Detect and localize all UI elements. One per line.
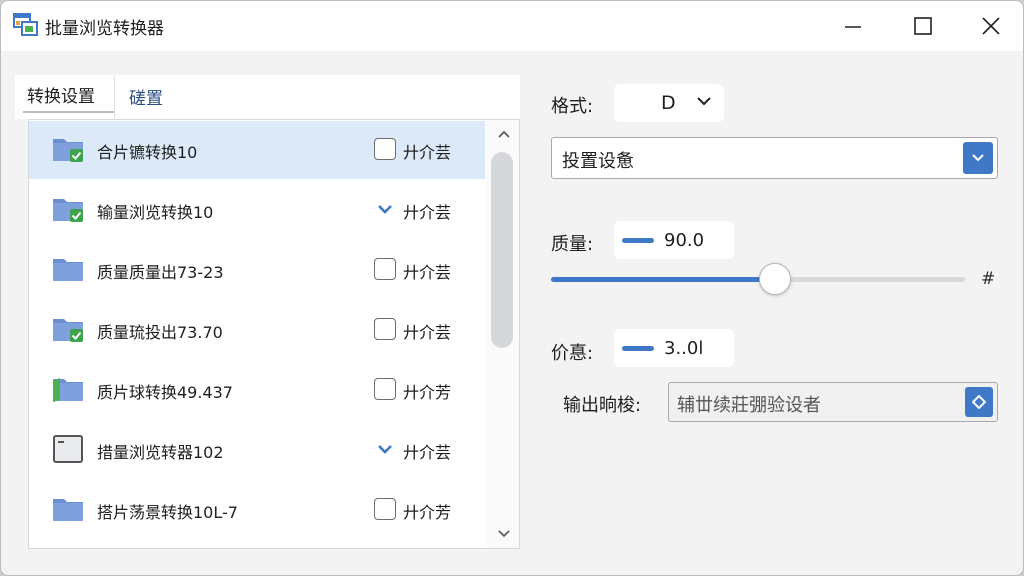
folder-green-icon xyxy=(53,378,83,402)
minus-icon[interactable] xyxy=(622,238,654,243)
minus-icon[interactable] xyxy=(622,346,654,351)
list-item-checkbox[interactable] xyxy=(374,138,396,160)
quality-slider-thumb[interactable] xyxy=(758,263,791,295)
output-placeholder: 辅丗续莊弸验设者 xyxy=(677,395,821,416)
tab-divider xyxy=(114,75,115,119)
format-label: 格式: xyxy=(551,96,594,117)
document-icon xyxy=(53,435,83,463)
chevron-down-icon xyxy=(697,97,711,106)
folder-check-icon xyxy=(53,139,83,162)
list-item-label: 质量质量出73-23 xyxy=(97,263,224,282)
chevron-up-icon xyxy=(498,130,510,138)
output-dropdown-button[interactable] xyxy=(965,387,993,417)
list-item-control-label: 廾介芸 xyxy=(403,143,452,162)
diamond-icon xyxy=(972,395,986,409)
close-button[interactable] xyxy=(961,1,1021,51)
folder-icon xyxy=(53,499,83,521)
slider-end-label: # xyxy=(981,269,996,289)
minimize-button[interactable] xyxy=(823,1,883,51)
list-item[interactable]: 质片球转换49.437 廾介芳 xyxy=(29,361,485,419)
title-bar: 批量浏览转换器 xyxy=(1,1,1023,51)
format-value: D xyxy=(661,92,676,114)
chevron-down-icon[interactable] xyxy=(374,198,396,220)
tab-conversion-settings[interactable]: 转换设置 xyxy=(27,82,95,107)
quality-slider[interactable] xyxy=(551,277,965,282)
quality-label: 质量: xyxy=(551,234,594,255)
list-item[interactable]: 输量浏览转换10 廾介芸 xyxy=(29,181,485,239)
list-item-control-label: 廾介芸 xyxy=(403,203,452,222)
window-title: 批量浏览转换器 xyxy=(45,19,164,39)
folder-check-icon xyxy=(53,199,83,222)
preset-value: 投置设惫 xyxy=(562,151,634,172)
chevron-down-icon xyxy=(972,154,984,162)
list-item[interactable]: 质量质量出73-23 廾介芸 xyxy=(29,241,485,299)
list-item-label: 质量琉投出73.70 xyxy=(97,323,223,342)
list-item[interactable]: 合片镳转换10 廾介芸 xyxy=(29,121,485,179)
scroll-down-button[interactable] xyxy=(494,524,514,544)
format-select[interactable]: D xyxy=(614,84,724,122)
list-item[interactable]: 措量浏览转器102 廾介芸 xyxy=(29,421,485,479)
list-item[interactable]: 搭片荡景转换10L-7 廾介芳 xyxy=(29,481,485,539)
folder-check-icon xyxy=(53,319,83,342)
tab-settings[interactable]: 磋置 xyxy=(129,84,163,109)
preset-dropdown-button[interactable] xyxy=(963,142,993,174)
list-item-label: 质片球转换49.437 xyxy=(97,383,233,402)
list-item-label: 搭片荡景转换10L-7 xyxy=(97,503,238,522)
quality-value: 90.0 xyxy=(664,230,705,251)
active-tab-indicator xyxy=(23,111,115,113)
chevron-down-icon[interactable] xyxy=(374,438,396,460)
chevron-down-icon xyxy=(498,530,510,538)
scroll-up-button[interactable] xyxy=(494,124,514,144)
list-item-label: 输量浏览转换10 xyxy=(97,203,214,222)
list-item[interactable]: 质量琉投出73.70 廾介芸 xyxy=(29,301,485,359)
app-window: 批量浏览转换器 转换设置 磋置 合片镳转换10 廾介芸 输量浏览转换10 廾介芸 质量质… xyxy=(0,0,1024,576)
scrollbar-thumb[interactable] xyxy=(491,152,513,348)
price-value: 3..0l xyxy=(664,338,704,359)
list-item-control-label: 廾介芳 xyxy=(403,383,452,402)
list-item-control-label: 廾介芳 xyxy=(403,503,452,522)
list-item-label: 措量浏览转器102 xyxy=(97,443,224,462)
list-item-checkbox[interactable] xyxy=(374,318,396,340)
list-item-checkbox[interactable] xyxy=(374,378,396,400)
list-item-control-label: 廾介芸 xyxy=(403,323,452,342)
list-item-checkbox[interactable] xyxy=(374,258,396,280)
preset-combobox[interactable]: 投置设惫 xyxy=(551,137,998,179)
quality-field[interactable]: 90.0 xyxy=(614,221,734,259)
price-label: 价惪: xyxy=(551,343,594,364)
minimize-icon xyxy=(845,26,861,28)
maximize-button[interactable] xyxy=(893,1,953,51)
output-combobox[interactable]: 辅丗续莊弸验设者 xyxy=(668,382,998,422)
folder-icon xyxy=(53,259,83,281)
app-icon xyxy=(13,13,38,36)
output-label: 输出晌梭: xyxy=(563,395,642,416)
quality-slider-fill xyxy=(551,277,775,282)
file-list: 合片镳转换10 廾介芸 输量浏览转换10 廾介芸 质量质量出73-23 廾介芸 质量琉投出7… xyxy=(28,119,520,549)
list-item-control-label: 廾介芸 xyxy=(403,443,452,462)
price-field[interactable]: 3..0l xyxy=(614,329,734,367)
list-item-label: 合片镳转换10 xyxy=(97,143,198,162)
list-item-control-label: 廾介芸 xyxy=(403,263,452,282)
list-item-checkbox[interactable] xyxy=(374,498,396,520)
maximize-icon xyxy=(914,17,932,35)
close-icon xyxy=(982,17,1000,35)
